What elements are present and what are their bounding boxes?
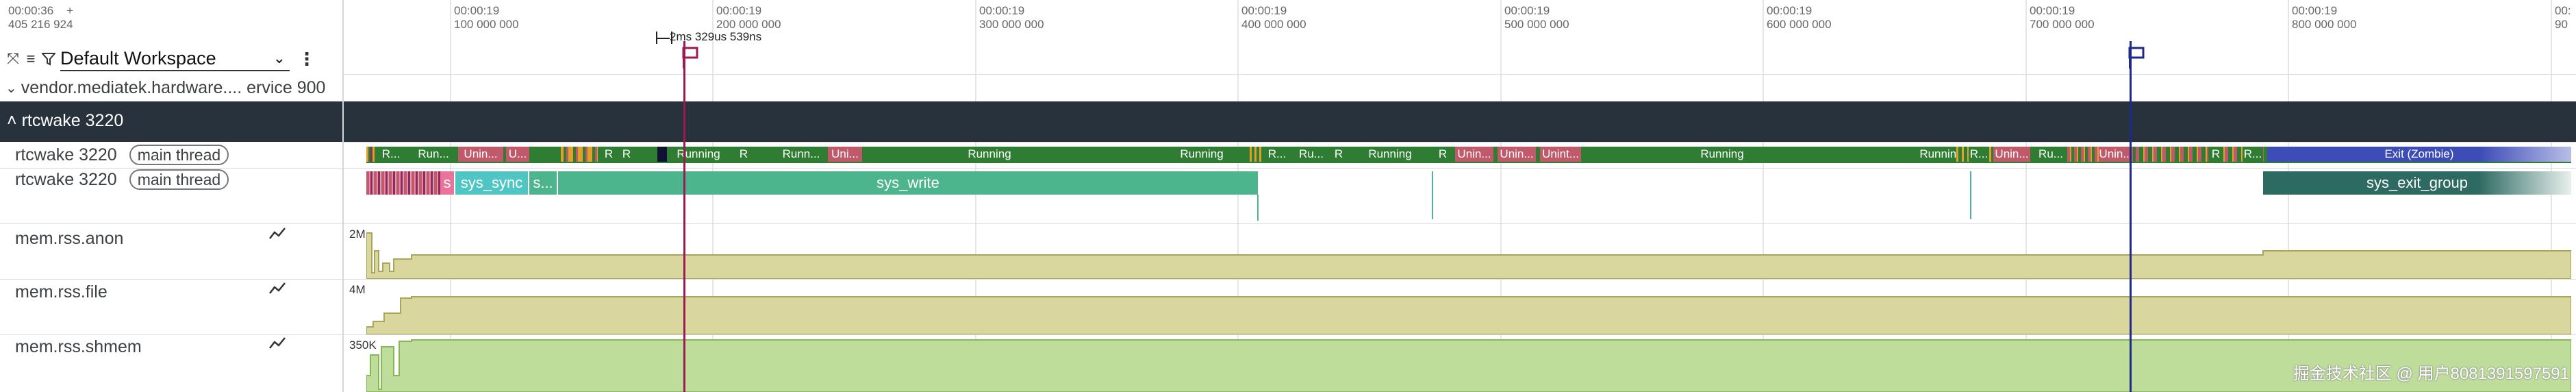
slice-tick: [1257, 195, 1259, 221]
workspace-toolbar: ⤧ ≡ Default Workspace ⌄ ⋮: [0, 44, 342, 74]
tick-label: 00:00:19 400 000 000: [1241, 4, 1306, 31]
state-slice[interactable]: Unint...: [1540, 147, 1581, 162]
syscall-slice[interactable]: sys_write: [558, 171, 1258, 195]
main-thread-badge: main thread: [129, 145, 229, 165]
tick-label: 00:00:19 500 000 000: [1504, 4, 1569, 31]
time-origin-label: 00:00:36 +: [8, 4, 74, 17]
tick-label: 00:00:19 700 000 000: [2030, 4, 2095, 31]
main-thread-badge: main thread: [129, 169, 229, 190]
counter-row-file[interactable]: mem.rss.file: [0, 281, 342, 303]
syscall-slice[interactable]: s...: [529, 171, 557, 195]
state-noise: [657, 147, 667, 162]
show-chart-icon[interactable]: [268, 281, 286, 301]
thread-row-slices[interactable]: rtcwake 3220 main thread: [0, 169, 342, 191]
state-slice[interactable]: Runn...: [777, 147, 825, 162]
state-slice[interactable]: Unin...: [2099, 147, 2133, 162]
flag-icon[interactable]: [2128, 47, 2146, 69]
state-slice[interactable]: Ru...: [1298, 147, 1325, 162]
row-divider: [0, 168, 342, 169]
state-slice[interactable]: Running: [1585, 147, 1859, 162]
slice-noise: [366, 171, 440, 195]
state-slice[interactable]: Running: [887, 147, 1092, 162]
marker-bracket-line: [657, 38, 670, 39]
state-slice[interactable]: U...: [506, 147, 529, 162]
chevron-up-icon[interactable]: ˄: [7, 111, 17, 130]
state-slice[interactable]: R: [1435, 147, 1451, 162]
state-slice[interactable]: Unin...: [1993, 147, 2030, 162]
header-divider: [0, 74, 2576, 75]
counter-row-shmem[interactable]: mem.rss.shmem: [0, 336, 342, 358]
state-slice[interactable]: Running: [1352, 147, 1428, 162]
state-slice[interactable]: Unin...: [458, 147, 503, 162]
tick-label: 00:00:19 100 000 000: [454, 4, 519, 31]
counter-row-anon[interactable]: mem.rss.anon: [0, 228, 342, 249]
tick-label: 00:00:19 200 000 000: [716, 4, 781, 31]
row-divider: [0, 279, 342, 280]
row-divider: [0, 168, 2576, 169]
tick-label: 00:00:19 600 000 000: [1767, 4, 1832, 31]
collapse-all-icon[interactable]: ⤧: [4, 49, 22, 69]
state-slice[interactable]: Ru...: [2037, 147, 2064, 162]
counter-file-area: [366, 296, 2571, 334]
flag-icon[interactable]: [682, 47, 700, 69]
state-slice[interactable]: R: [1332, 147, 1346, 162]
tick-label: 00:00:19 300 000 000: [979, 4, 1044, 31]
state-slice[interactable]: R...: [2243, 147, 2263, 162]
state-slice[interactable]: R: [736, 147, 751, 162]
state-slice[interactable]: Unin...: [1498, 147, 1536, 162]
sort-icon[interactable]: ≡: [22, 49, 40, 69]
state-slice[interactable]: Unin...: [1455, 147, 1493, 162]
workspace-select[interactable]: Default Workspace ⌄: [60, 47, 290, 71]
state-slice[interactable]: R: [620, 147, 633, 162]
vendor-process-row[interactable]: ⌄ vendor.mediatek.hardware.... ervice 90…: [0, 75, 342, 100]
counter-shmem-chart[interactable]: [366, 334, 2571, 392]
thread-slice-track[interactable]: s sys_sync s... sys_write sys_exit_group: [366, 171, 2571, 221]
marker-line-a: [683, 41, 685, 392]
scale-label-file: 4M: [349, 283, 366, 296]
state-noise: [561, 147, 598, 162]
row-divider: [0, 223, 342, 224]
row-divider: [0, 142, 2576, 143]
counter-shmem-area: [366, 339, 2571, 392]
group-title-panel: ˄ rtcwake 3220: [7, 111, 124, 130]
tick-label: 00: 90: [2555, 4, 2571, 31]
state-noise: [366, 147, 376, 162]
syscall-slice[interactable]: sys_sync: [455, 171, 528, 195]
state-slice[interactable]: R...: [377, 147, 405, 162]
counter-anon-chart[interactable]: [366, 223, 2571, 279]
tick-label: 00:00:19 800 000 000: [2292, 4, 2357, 31]
state-slice[interactable]: R...: [1263, 147, 1291, 162]
state-slice[interactable]: R...: [1969, 147, 1989, 162]
state-slice[interactable]: Uni...: [828, 147, 862, 162]
syscall-slice[interactable]: sys_exit_group: [2263, 171, 2571, 195]
time-origin-ns: 405 216 924: [8, 18, 73, 31]
counter-anon-area: [366, 232, 2571, 279]
state-slice[interactable]: Running: [668, 147, 729, 162]
thread-state-track[interactable]: R... Run... Unin... U... R R Running R R…: [366, 147, 2571, 163]
track-shell-panel: 00:00:36 + 405 216 924 ⤧ ≡ Default Works…: [0, 0, 344, 392]
scale-label-shmem: 350K: [349, 339, 377, 352]
scale-label-anon: 2M: [349, 228, 366, 241]
show-chart-icon[interactable]: [268, 336, 286, 356]
process-group-header[interactable]: ˄ rtcwake 3220: [0, 101, 2576, 142]
state-slice[interactable]: Run...: [412, 147, 455, 162]
group-header-panel[interactable]: ˄ rtcwake 3220: [0, 101, 342, 142]
filter-icon[interactable]: [40, 49, 58, 69]
chevron-down-icon: ⌄: [273, 49, 286, 66]
show-chart-icon[interactable]: [268, 226, 286, 246]
workspace-name: Default Workspace: [60, 47, 216, 69]
row-divider: [0, 334, 342, 335]
counter-file-chart[interactable]: [366, 279, 2571, 334]
state-slice[interactable]: Exit (Zombie): [2267, 147, 2571, 162]
thread-row-state[interactable]: rtcwake 3220 main thread: [0, 144, 342, 166]
slice-tick: [1432, 171, 1433, 219]
watermark: 掘金技术社区 @ 用户8081391597591: [2293, 365, 2569, 383]
marker-line-b: [2130, 41, 2132, 392]
syscall-slice[interactable]: s: [440, 171, 454, 195]
state-slice[interactable]: R: [602, 147, 616, 162]
more-vert-icon[interactable]: ⋮: [298, 49, 316, 70]
chevron-down-icon[interactable]: ⌄: [5, 79, 17, 97]
state-slice[interactable]: R: [2208, 147, 2223, 162]
slice-tick: [1970, 171, 1971, 219]
